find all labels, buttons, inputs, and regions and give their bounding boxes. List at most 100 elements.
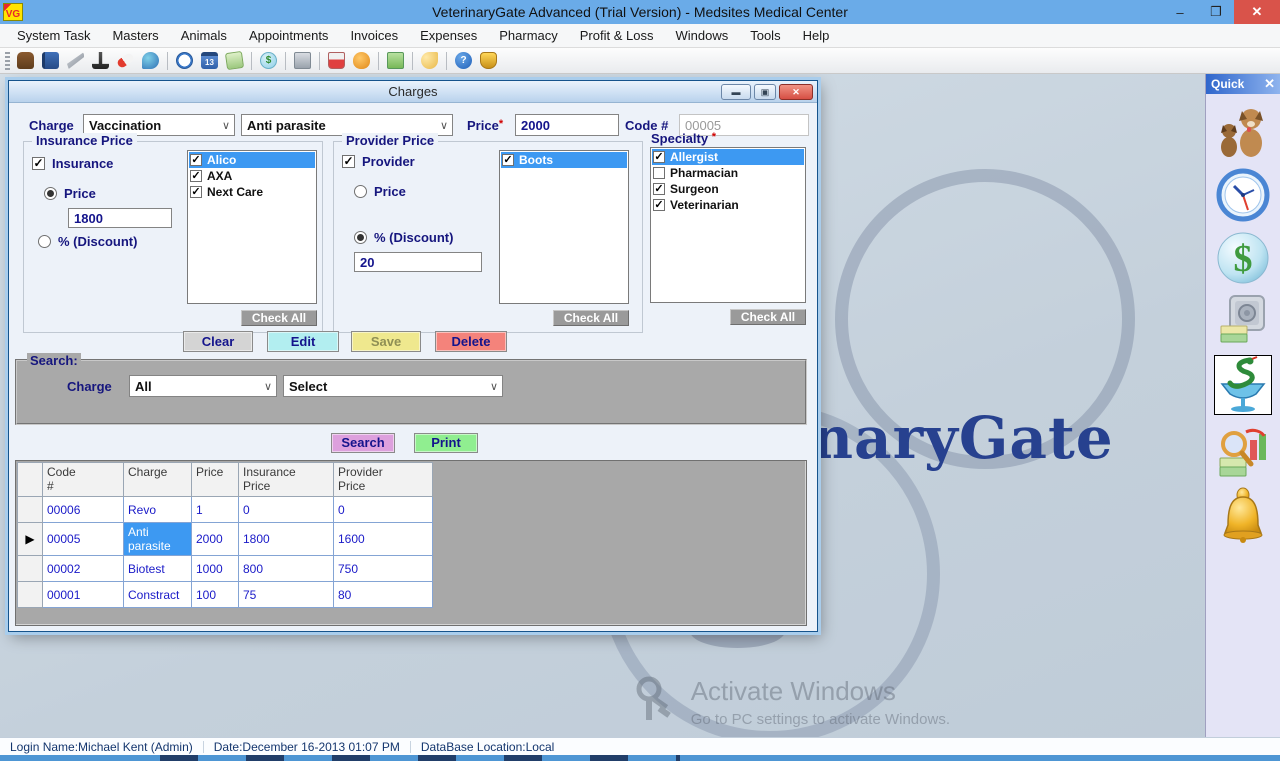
menu-pharmacy[interactable]: Pharmacy: [488, 24, 569, 47]
cell-charge[interactable]: Revo: [124, 497, 192, 523]
list-item-boots[interactable]: ✓ Boots: [501, 152, 627, 168]
table-row-selected[interactable]: ▶ 00005 Anti parasite 2000 1800 1600: [18, 523, 433, 556]
clock-icon[interactable]: [176, 52, 193, 69]
instrument-stand-icon[interactable]: [92, 52, 109, 69]
reminder-lamp-icon[interactable]: [480, 52, 497, 69]
checkbox-checked-icon[interactable]: ✓: [190, 170, 202, 182]
cell-provider[interactable]: 0: [334, 497, 433, 523]
menu-help[interactable]: Help: [792, 24, 841, 47]
pets-dogs-icon[interactable]: [1214, 103, 1272, 159]
insurance-check-all-button[interactable]: Check All: [241, 310, 317, 326]
table-row[interactable]: 00002 Biotest 1000 800 750: [18, 556, 433, 582]
purse-icon[interactable]: [353, 52, 370, 69]
quick-close-icon[interactable]: ✕: [1264, 76, 1275, 92]
cell-insurance[interactable]: 1800: [239, 523, 334, 556]
insurance-price-radio[interactable]: Price: [44, 186, 96, 201]
checkbox-checked-icon[interactable]: ✓: [653, 151, 665, 163]
clear-button[interactable]: Clear: [183, 331, 253, 352]
col-code[interactable]: Code #: [43, 463, 124, 497]
profit-chart-icon[interactable]: [387, 52, 404, 69]
restore-button[interactable]: ❐: [1198, 0, 1234, 24]
signature-icon[interactable]: [67, 52, 84, 69]
minimize-button[interactable]: –: [1162, 0, 1198, 24]
cell-code[interactable]: 00006: [43, 497, 124, 523]
cell-insurance[interactable]: 0: [239, 497, 334, 523]
list-item-axa[interactable]: ✓ AXA: [189, 168, 315, 184]
checkbox-checked-icon[interactable]: ✓: [190, 186, 202, 198]
cell-code[interactable]: 00002: [43, 556, 124, 582]
cell-code[interactable]: 00001: [43, 582, 124, 608]
menu-expenses[interactable]: Expenses: [409, 24, 488, 47]
dialog-titlebar[interactable]: Charges ▬ ▣ ✕: [9, 81, 817, 103]
menu-masters[interactable]: Masters: [101, 24, 169, 47]
expenses-box-icon[interactable]: [294, 52, 311, 69]
provider-check-all-button[interactable]: Check All: [553, 310, 629, 326]
invoice-note-icon[interactable]: [225, 51, 244, 70]
delete-button[interactable]: Delete: [435, 331, 507, 352]
cell-provider[interactable]: 750: [334, 556, 433, 582]
reminder-bell-icon[interactable]: [1214, 487, 1272, 545]
pharmacy-bag-icon[interactable]: [328, 52, 345, 69]
close-button[interactable]: ✕: [1234, 0, 1280, 24]
cash-safe-icon[interactable]: [1214, 294, 1272, 346]
marker-pen-icon[interactable]: [116, 52, 135, 69]
row-selector-arrow[interactable]: ▶: [18, 523, 43, 556]
cell-price[interactable]: 100: [192, 582, 239, 608]
checkbox-checked-icon[interactable]: ✓: [190, 154, 202, 166]
dialog-minimize-button[interactable]: ▬: [721, 84, 751, 100]
menu-system-task[interactable]: System Task: [6, 24, 101, 47]
search-filter-dropdown[interactable]: All ∨: [129, 375, 277, 397]
menu-windows[interactable]: Windows: [664, 24, 739, 47]
search-button[interactable]: Search: [331, 433, 395, 453]
cell-provider[interactable]: 1600: [334, 523, 433, 556]
col-price[interactable]: Price: [192, 463, 239, 497]
checkbox-checked-icon[interactable]: ✓: [653, 183, 665, 195]
specialty-check-all-button[interactable]: Check All: [730, 309, 806, 325]
contacts-book-icon[interactable]: [42, 52, 59, 69]
list-item-veterinarian[interactable]: ✓ Veterinarian: [652, 197, 804, 213]
billing-dollar-icon[interactable]: $: [1214, 231, 1272, 285]
col-insurance-price[interactable]: Insurance Price: [239, 463, 334, 497]
windows-icon[interactable]: [421, 52, 438, 69]
table-row[interactable]: 00001 Constract 100 75 80: [18, 582, 433, 608]
cell-charge[interactable]: Constract: [124, 582, 192, 608]
table-row[interactable]: 00006 Revo 1 0 0: [18, 497, 433, 523]
cell-provider[interactable]: 80: [334, 582, 433, 608]
col-provider-price[interactable]: Provider Price: [334, 463, 433, 497]
menu-animals[interactable]: Animals: [170, 24, 238, 47]
pharmacy-bowl-icon[interactable]: [1214, 355, 1272, 415]
print-button[interactable]: Print: [414, 433, 478, 453]
search-select-dropdown[interactable]: Select ∨: [283, 375, 503, 397]
save-button[interactable]: Save: [351, 331, 421, 352]
cell-code[interactable]: 00005: [43, 523, 124, 556]
row-selector[interactable]: [18, 556, 43, 582]
provider-discount-input[interactable]: [354, 252, 482, 272]
menu-tools[interactable]: Tools: [739, 24, 791, 47]
cell-price[interactable]: 1: [192, 497, 239, 523]
dialog-close-button[interactable]: ✕: [779, 84, 813, 100]
insurance-checkbox[interactable]: ✓ Insurance: [32, 156, 113, 171]
bird-icon[interactable]: [142, 52, 159, 69]
insurance-price-input[interactable]: [68, 208, 172, 228]
row-selector[interactable]: [18, 582, 43, 608]
list-item-alico[interactable]: ✓ Alico: [189, 152, 315, 168]
cell-charge[interactable]: Biotest: [124, 556, 192, 582]
checkbox-unchecked-icon[interactable]: [653, 167, 665, 179]
row-selector[interactable]: [18, 497, 43, 523]
list-item-next-care[interactable]: ✓ Next Care: [189, 184, 315, 200]
checkbox-checked-icon[interactable]: ✓: [502, 154, 514, 166]
cell-price[interactable]: 1000: [192, 556, 239, 582]
list-item-pharmacian[interactable]: Pharmacian: [652, 165, 804, 181]
list-item-allergist[interactable]: ✓ Allergist: [652, 149, 804, 165]
checkbox-checked-icon[interactable]: ✓: [653, 199, 665, 211]
animals-dog-icon[interactable]: [17, 52, 34, 69]
dollar-coin-icon[interactable]: $: [260, 52, 277, 69]
appointments-clock-icon[interactable]: [1214, 168, 1272, 222]
col-charge[interactable]: Charge: [124, 463, 192, 497]
list-item-surgeon[interactable]: ✓ Surgeon: [652, 181, 804, 197]
dialog-maximize-button[interactable]: ▣: [754, 84, 776, 100]
cell-price[interactable]: 2000: [192, 523, 239, 556]
provider-checkbox[interactable]: ✓ Provider: [342, 154, 415, 169]
reports-analysis-icon[interactable]: [1214, 424, 1272, 478]
menu-invoices[interactable]: Invoices: [339, 24, 409, 47]
